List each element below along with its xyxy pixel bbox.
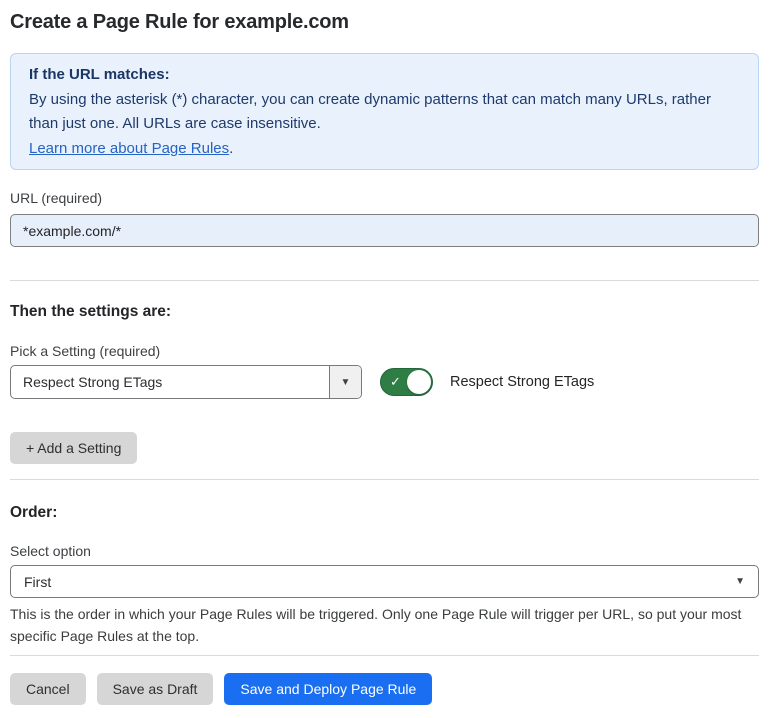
info-box-link-line: Learn more about Page Rules. <box>29 137 740 162</box>
page-title: Create a Page Rule for example.com <box>10 10 759 35</box>
setting-dropdown[interactable]: Respect Strong ETags ▼ <box>10 365 362 399</box>
url-label: URL (required) <box>10 190 759 207</box>
divider <box>10 479 759 480</box>
order-select[interactable]: First ▼ <box>10 565 759 598</box>
setting-toggle[interactable]: ✓ <box>380 368 433 396</box>
url-match-info-box: If the URL matches: By using the asteris… <box>10 53 759 170</box>
footer-actions: Cancel Save as Draft Save and Deploy Pag… <box>10 673 759 705</box>
cancel-button[interactable]: Cancel <box>10 673 86 705</box>
add-setting-button[interactable]: + Add a Setting <box>10 432 137 464</box>
checkmark-icon: ✓ <box>390 375 401 388</box>
order-select-value: First <box>24 574 51 590</box>
link-suffix: . <box>229 140 233 157</box>
settings-section-heading: Then the settings are: <box>10 302 759 321</box>
divider <box>10 280 759 281</box>
info-box-body: By using the asterisk (*) character, you… <box>29 88 740 137</box>
order-select-label: Select option <box>10 543 759 560</box>
setting-row: Respect Strong ETags ▼ ✓ Respect Strong … <box>10 365 759 399</box>
learn-more-link[interactable]: Learn more about Page Rules <box>29 140 229 157</box>
toggle-label: Respect Strong ETags <box>450 374 594 390</box>
pick-setting-label: Pick a Setting (required) <box>10 343 759 360</box>
save-as-draft-button[interactable]: Save as Draft <box>97 673 214 705</box>
caret-down-icon: ▼ <box>735 576 745 587</box>
toggle-knob <box>407 370 431 394</box>
divider <box>10 655 759 656</box>
create-page-rule-form: Create a Page Rule for example.com If th… <box>0 0 769 718</box>
order-section-heading: Order: <box>10 503 759 522</box>
info-box-heading: If the URL matches: <box>29 63 740 88</box>
url-input[interactable] <box>10 214 759 247</box>
order-help-text: This is the order in which your Page Rul… <box>10 603 759 647</box>
setting-dropdown-value: Respect Strong ETags <box>11 366 329 398</box>
save-and-deploy-button[interactable]: Save and Deploy Page Rule <box>224 673 432 705</box>
caret-down-icon[interactable]: ▼ <box>329 366 361 398</box>
